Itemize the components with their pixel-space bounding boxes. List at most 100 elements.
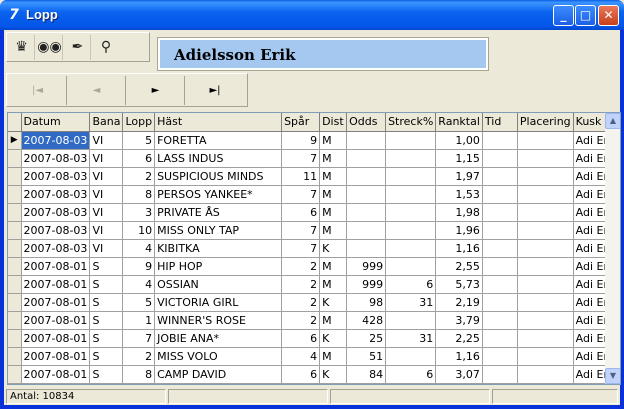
table-cell[interactable]: K	[319, 329, 348, 348]
table-cell[interactable]	[517, 239, 574, 258]
scroll-down-icon[interactable]: ▼	[605, 368, 620, 384]
table-cell[interactable]: 2007-08-03	[21, 131, 91, 150]
column-header[interactable]: Dist	[319, 113, 348, 132]
table-cell[interactable]	[517, 185, 574, 204]
table-cell[interactable]	[385, 221, 437, 240]
table-cell[interactable]	[385, 185, 437, 204]
table-cell[interactable]	[346, 167, 387, 186]
table-cell[interactable]: 2007-08-03	[21, 221, 91, 240]
table-cell[interactable]: S	[89, 365, 124, 384]
table-cell[interactable]: CAMP DAVID	[154, 365, 283, 384]
table-cell[interactable]: VI	[89, 167, 124, 186]
column-header[interactable]: Spår	[281, 113, 321, 132]
row-indicator[interactable]	[8, 311, 22, 330]
row-indicator[interactable]	[8, 203, 22, 222]
table-row[interactable]: 2007-08-01 S 7 JOBIE ANA* 6 K 25 31 2,25 Adi Er	[8, 329, 618, 348]
pen-icon[interactable]: ✒	[65, 35, 91, 60]
table-cell[interactable]	[482, 311, 518, 330]
table-cell[interactable]: 1,97	[435, 167, 483, 186]
row-indicator[interactable]	[8, 347, 22, 366]
table-cell[interactable]	[482, 203, 518, 222]
table-cell[interactable]: FORETTA	[154, 131, 283, 150]
table-cell[interactable]: S	[89, 275, 124, 294]
table-cell[interactable]: 2007-08-01	[21, 365, 91, 384]
table-cell[interactable]: PRIVATE ÅS	[154, 203, 283, 222]
table-cell[interactable]	[346, 185, 387, 204]
column-header[interactable]: Lopp	[122, 113, 156, 132]
table-row[interactable]: 2007-08-03 VI 3 PRIVATE ÅS 6 M 1,98 Adi Er	[8, 203, 618, 222]
title-bar[interactable]: 7 Lopp _ □ ✕	[0, 0, 624, 30]
table-cell[interactable]: M	[319, 275, 348, 294]
table-cell[interactable]: M	[319, 311, 348, 330]
table-cell[interactable]: 7	[281, 239, 321, 258]
table-cell[interactable]: 428	[346, 311, 387, 330]
table-cell[interactable]: M	[319, 347, 348, 366]
column-header[interactable]: Odds	[346, 113, 387, 132]
table-cell[interactable]: 2,19	[435, 293, 483, 312]
table-cell[interactable]: 1,96	[435, 221, 483, 240]
column-header[interactable]: Streck%	[385, 113, 437, 132]
table-cell[interactable]	[482, 239, 518, 258]
table-cell[interactable]: M	[319, 221, 348, 240]
table-cell[interactable]: 7	[281, 149, 321, 168]
table-cell[interactable]: 84	[346, 365, 387, 384]
table-cell[interactable]: 1,00	[435, 131, 483, 150]
table-cell[interactable]: 4	[122, 275, 156, 294]
table-cell[interactable]	[517, 347, 574, 366]
table-cell[interactable]: 2007-08-03	[21, 239, 91, 258]
table-row[interactable]: 2007-08-01 S 2 MISS VOLO 4 M 51 1,16 Adi Er	[8, 347, 618, 366]
table-row[interactable]: 2007-08-03 VI 2 SUSPICIOUS MINDS 11 M 1,97 Adi …	[8, 167, 618, 186]
table-cell[interactable]	[385, 149, 437, 168]
table-cell[interactable]: 2,25	[435, 329, 483, 348]
table-cell[interactable]	[517, 167, 574, 186]
binoculars-icon[interactable]: ◉◉	[37, 35, 63, 60]
results-grid[interactable]: Datum Bana Lopp Häst Spår Dist Odds Stre…	[7, 112, 621, 385]
table-cell[interactable]: M	[319, 185, 348, 204]
table-cell[interactable]	[482, 185, 518, 204]
table-cell[interactable]: 7	[281, 221, 321, 240]
previous-record-button[interactable]: ◄	[68, 76, 126, 105]
table-cell[interactable]	[346, 149, 387, 168]
table-row[interactable]: 2007-08-03 VI 6 LASS INDUS 7 M 1,15 Adi Er	[8, 149, 618, 168]
table-cell[interactable]: 6	[122, 149, 156, 168]
table-cell[interactable]	[385, 131, 437, 150]
table-cell[interactable]: S	[89, 257, 124, 276]
table-cell[interactable]: MISS ONLY TAP	[154, 221, 283, 240]
table-cell[interactable]: 1,15	[435, 149, 483, 168]
table-cell[interactable]: 6	[385, 365, 437, 384]
table-cell[interactable]: 6	[385, 275, 437, 294]
row-indicator[interactable]	[8, 239, 22, 258]
table-cell[interactable]	[482, 149, 518, 168]
table-cell[interactable]	[517, 203, 574, 222]
table-cell[interactable]	[482, 365, 518, 384]
table-cell[interactable]: 999	[346, 257, 387, 276]
table-row[interactable]: 2007-08-01 S 9 HIP HOP 2 M 999 2,55 Adi Er	[8, 257, 618, 276]
table-cell[interactable]	[346, 239, 387, 258]
maximize-button[interactable]: □	[575, 5, 596, 26]
table-cell[interactable]: LASS INDUS	[154, 149, 283, 168]
table-row[interactable]: 2007-08-01 S 8 CAMP DAVID 6 K 84 6 3,07 Adi Er	[8, 365, 618, 384]
table-cell[interactable]: 2007-08-01	[21, 293, 91, 312]
table-cell[interactable]: 2	[281, 293, 321, 312]
table-cell[interactable]: 11	[281, 167, 321, 186]
minimize-button[interactable]: _	[553, 5, 574, 26]
table-cell[interactable]	[482, 329, 518, 348]
table-cell[interactable]: 2007-08-01	[21, 257, 91, 276]
table-cell[interactable]: 25	[346, 329, 387, 348]
table-cell[interactable]	[346, 131, 387, 150]
table-cell[interactable]: 3	[122, 203, 156, 222]
table-cell[interactable]: 2	[122, 167, 156, 186]
table-cell[interactable]: 2007-08-01	[21, 347, 91, 366]
table-row[interactable]: 2007-08-01 S 5 VICTORIA GIRL 2 K 98 31 2,19 Adi E…	[8, 293, 618, 312]
table-cell[interactable]	[482, 131, 518, 150]
row-indicator[interactable]	[8, 185, 22, 204]
table-cell[interactable]	[482, 275, 518, 294]
table-cell[interactable]: 8	[122, 365, 156, 384]
table-cell[interactable]: 2007-08-03	[21, 167, 91, 186]
table-cell[interactable]: 2007-08-01	[21, 311, 91, 330]
table-cell[interactable]: 7	[122, 329, 156, 348]
table-cell[interactable]	[517, 329, 574, 348]
table-cell[interactable]: M	[319, 167, 348, 186]
table-cell[interactable]: S	[89, 311, 124, 330]
table-cell[interactable]: 3,07	[435, 365, 483, 384]
